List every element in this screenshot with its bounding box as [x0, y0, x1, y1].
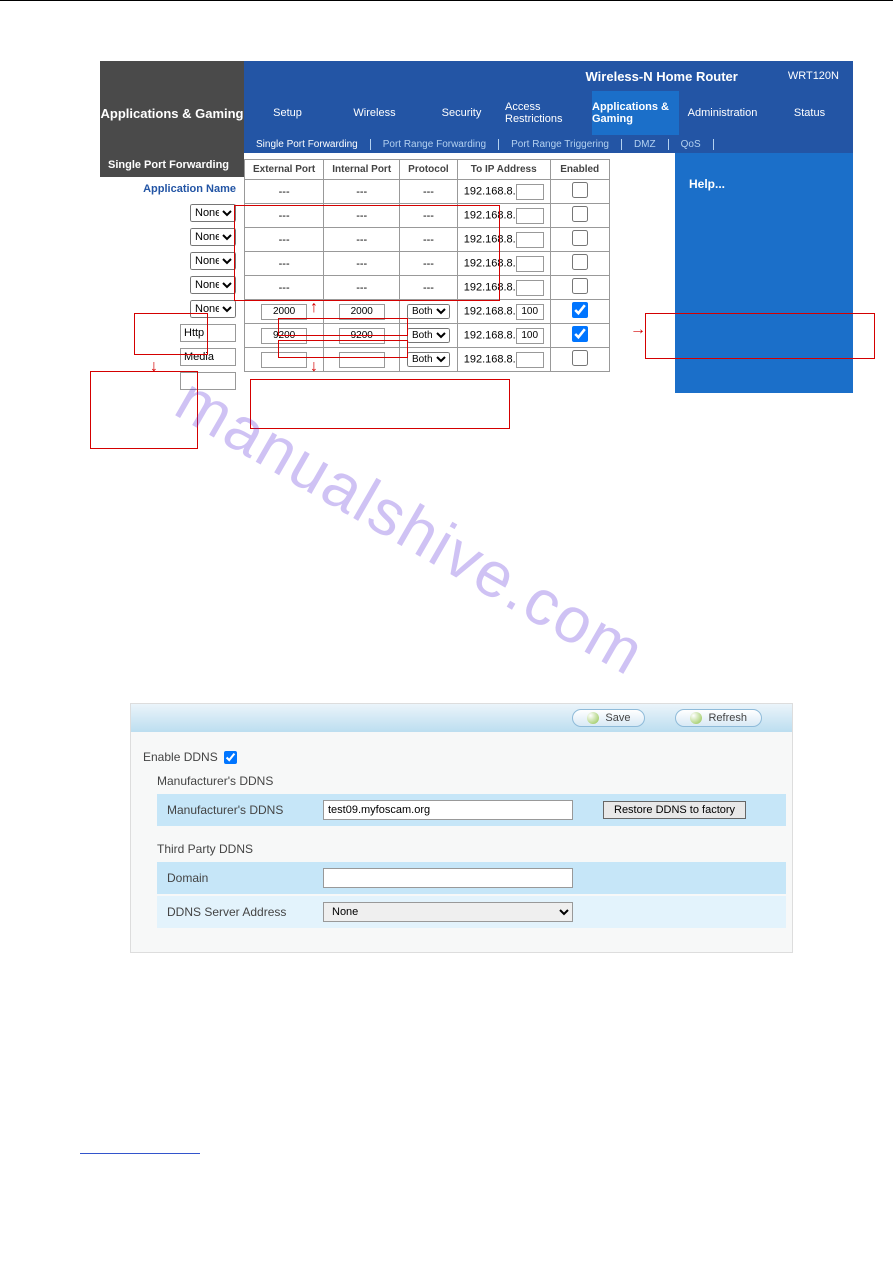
protocol-select[interactable]: Both — [407, 304, 450, 319]
refresh-button[interactable]: Refresh — [675, 709, 762, 727]
subnav-port-triggering[interactable]: Port Range Triggering — [499, 139, 622, 150]
enabled-checkbox[interactable] — [557, 302, 603, 318]
ip-octet-input[interactable] — [516, 256, 544, 272]
bottom-link-underline — [80, 1153, 200, 1154]
protocol-select[interactable]: Both — [407, 328, 450, 343]
app-select-none[interactable]: None — [190, 252, 236, 270]
tab-wireless[interactable]: Wireless — [331, 91, 418, 135]
restore-ddns-button[interactable]: Restore DDNS to factory — [603, 801, 746, 819]
app-select-none[interactable]: None — [190, 228, 236, 246]
ip-octet-input[interactable] — [516, 328, 544, 344]
col-enabled: Enabled — [550, 160, 609, 180]
app-select-none[interactable]: None — [190, 204, 236, 222]
ip-octet-input[interactable] — [516, 208, 544, 224]
enable-ddns-label: Enable DDNS — [143, 750, 218, 764]
ddns-panel: Save Refresh Enable DDNS Manufacturer's … — [130, 703, 793, 953]
sidebar-title: Single Port Forwarding — [100, 153, 244, 177]
router-top-bar: Wireless-N Home Router WRT120N — [244, 61, 853, 91]
arrow-down-left-icon: ↓ — [150, 358, 158, 376]
domain-input[interactable] — [323, 868, 573, 888]
subnav-qos[interactable]: QoS — [669, 139, 714, 150]
anno-box-ports-http — [278, 318, 408, 336]
arrow-right-icon: → — [630, 321, 646, 339]
mfr-ddns-label: Manufacturer's DDNS — [167, 803, 323, 817]
protocol-select[interactable]: Both — [407, 352, 450, 367]
enabled-checkbox[interactable] — [557, 230, 603, 246]
tab-security[interactable]: Security — [418, 91, 505, 135]
arrow-up-icon: ↑ — [310, 299, 318, 317]
col-internal: Internal Port — [324, 160, 400, 180]
enabled-checkbox[interactable] — [557, 206, 603, 222]
enabled-checkbox[interactable] — [557, 326, 603, 342]
mfr-section-title: Manufacturer's DDNS — [157, 768, 786, 794]
enabled-checkbox[interactable] — [557, 350, 603, 366]
subnav-spacer — [100, 135, 244, 153]
anno-box-top — [234, 205, 500, 301]
anno-box-names — [134, 313, 208, 355]
router-top-left-bg — [100, 61, 244, 91]
anno-box-center-bottom — [250, 379, 510, 429]
domain-label: Domain — [167, 871, 323, 885]
enabled-checkbox[interactable] — [557, 182, 603, 198]
help-label: Help... — [689, 177, 725, 191]
anno-box-left-bottom — [90, 371, 198, 449]
ip-octet-input[interactable] — [516, 280, 544, 296]
subnav-port-range[interactable]: Port Range Forwarding — [371, 139, 499, 150]
subnav-single-port[interactable]: Single Port Forwarding — [244, 139, 371, 150]
ip-octet-input[interactable] — [516, 184, 544, 200]
save-button[interactable]: Save — [572, 709, 645, 727]
ip-octet-input[interactable] — [516, 232, 544, 248]
enabled-checkbox[interactable] — [557, 278, 603, 294]
subnav-dmz[interactable]: DMZ — [622, 139, 669, 150]
table-row: ---------192.168.8. — [245, 180, 610, 204]
ip-octet-input[interactable] — [516, 304, 544, 320]
tab-setup[interactable]: Setup — [244, 91, 331, 135]
main-tabs: Setup Wireless Security Access Restricti… — [244, 91, 853, 135]
col-protocol: Protocol — [400, 160, 458, 180]
router-model: WRT120N — [788, 70, 839, 82]
app-select-none[interactable]: None — [190, 276, 236, 294]
mfr-ddns-input[interactable] — [323, 800, 573, 820]
tab-administration[interactable]: Administration — [679, 91, 766, 135]
tab-access-restrictions[interactable]: Access Restrictions — [505, 91, 592, 135]
router-title: Wireless-N Home Router — [586, 69, 738, 84]
col-external: External Port — [245, 160, 324, 180]
tab-status[interactable]: Status — [766, 91, 853, 135]
anno-box-ports-media — [278, 340, 408, 358]
app-name-label: Application Name — [100, 177, 244, 201]
third-party-section-title: Third Party DDNS — [157, 836, 786, 862]
enabled-checkbox[interactable] — [557, 254, 603, 270]
arrow-down-icon: ↓ — [310, 358, 318, 376]
ip-octet-input[interactable] — [516, 352, 544, 368]
section-title: Applications & Gaming — [100, 91, 244, 135]
col-to-ip: To IP Address — [457, 160, 550, 180]
enable-ddns-checkbox[interactable] — [224, 751, 237, 764]
anno-box-enabled — [645, 313, 875, 359]
ddns-server-label: DDNS Server Address — [167, 905, 323, 919]
tab-applications-gaming[interactable]: Applications & Gaming — [592, 91, 679, 135]
ddns-server-select[interactable]: None — [323, 902, 573, 922]
